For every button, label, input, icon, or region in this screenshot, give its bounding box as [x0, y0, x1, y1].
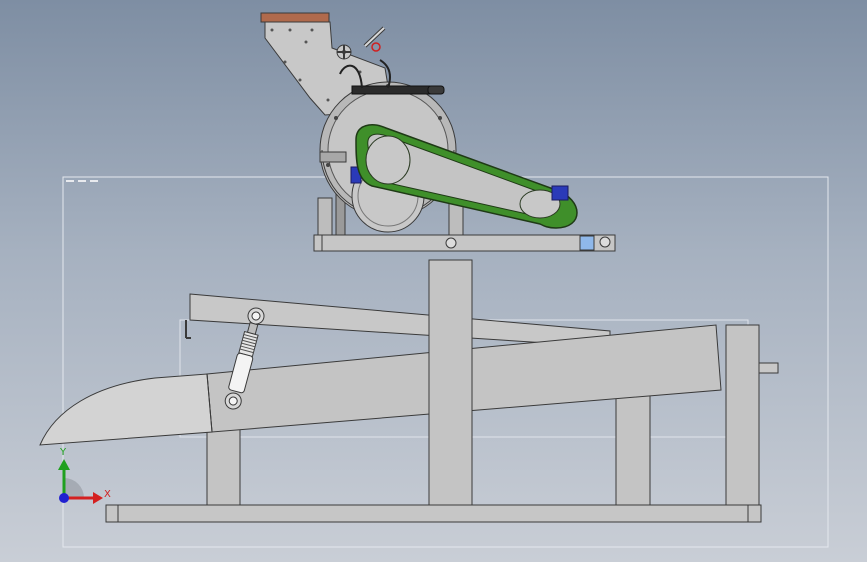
y-axis-label: Y: [59, 447, 67, 458]
base-rail[interactable]: [105, 504, 762, 523]
axis-triad-icon[interactable]: Y X: [58, 447, 111, 504]
cad-viewport[interactable]: Y X: [0, 0, 867, 562]
mill-base-plate[interactable]: [313, 234, 616, 252]
model-drawing: Y X: [39, 12, 829, 548]
hopper-inlet-cap[interactable]: [260, 12, 330, 23]
rear-post[interactable]: [725, 324, 760, 506]
central-pillar[interactable]: [428, 259, 473, 506]
adjust-wheel-icon[interactable]: [336, 44, 352, 60]
trough-nose: [39, 373, 213, 446]
rear-pin[interactable]: [758, 362, 779, 374]
front-leg[interactable]: [206, 426, 241, 506]
motor-box[interactable]: [551, 185, 569, 201]
hammer-mill-assembly[interactable]: [260, 12, 616, 252]
middle-leg[interactable]: [615, 392, 651, 506]
x-axis-label: X: [104, 489, 111, 500]
